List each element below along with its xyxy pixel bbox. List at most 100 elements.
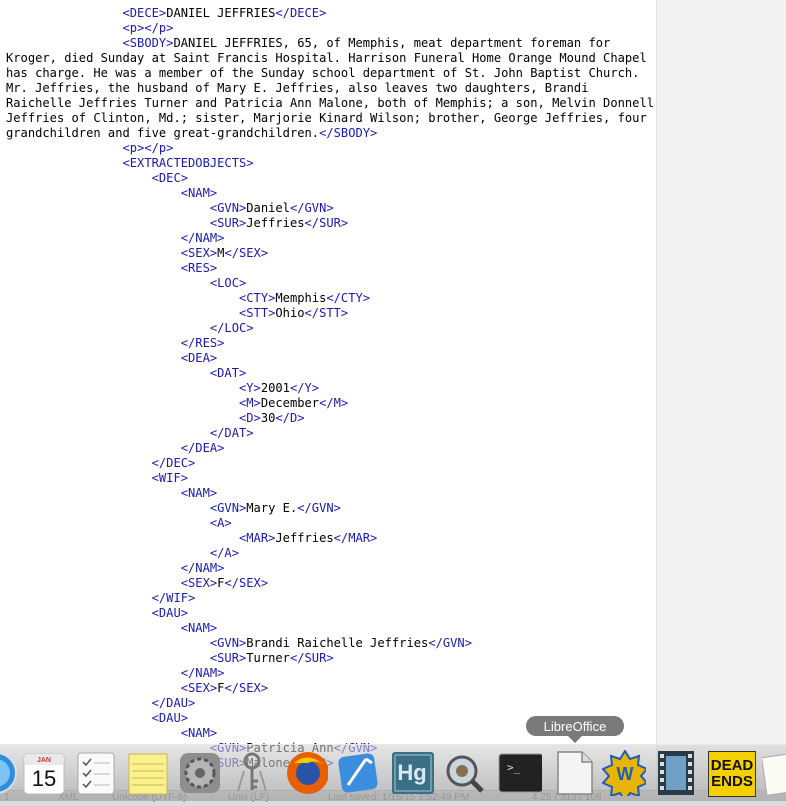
xcode-icon[interactable] — [336, 751, 380, 795]
code-line: <GVN>Daniel</GVN> — [6, 201, 656, 216]
xml-open-tag: <WIF> — [151, 471, 189, 485]
xml-open-tag: </DEA> — [180, 441, 225, 455]
calendar-icon[interactable]: JAN 15 — [22, 751, 66, 795]
wunderlist-icon[interactable]: W — [602, 750, 646, 796]
code-line: <SEX>M</SEX> — [6, 246, 656, 261]
code-line: <NAM> — [6, 186, 656, 201]
code-line: </NAM> — [6, 561, 656, 576]
xml-open-tag: <LOC> — [209, 276, 247, 290]
xml-editor[interactable]: <DECE>DANIEL JEFFRIES</DECE> <p></p> <SB… — [0, 0, 656, 805]
xml-close-tag: </M> — [319, 396, 349, 410]
xml-close-tag: </MAR> — [333, 531, 378, 545]
code-line: <DECE>DANIEL JEFFRIES</DECE> — [6, 6, 656, 21]
code-line: </DAT> — [6, 426, 656, 441]
xml-open-tag: </RES> — [180, 336, 225, 350]
safari-icon[interactable] — [0, 751, 18, 795]
code-line: <NAM> — [6, 486, 656, 501]
calendar-month: JAN — [36, 757, 51, 764]
xml-open-tag: </DAT> — [209, 426, 254, 440]
mercurial-icon[interactable]: Hg — [390, 751, 434, 795]
code-line: <DAU> — [6, 606, 656, 621]
xml-open-tag: </DEC> — [151, 456, 196, 470]
xml-open-tag: <SBODY> — [122, 36, 174, 50]
calendar-day: 15 — [31, 766, 57, 791]
xml-open-tag: <RES> — [180, 261, 218, 275]
document-icon[interactable] — [762, 751, 786, 795]
firefox-icon[interactable] — [284, 751, 328, 795]
code-view[interactable]: <DECE>DANIEL JEFFRIES</DECE> <p></p> <SB… — [6, 6, 656, 771]
xml-open-tag: <GVN> — [209, 636, 247, 650]
system-preferences-icon[interactable] — [178, 751, 222, 795]
xml-open-tag: <NAM> — [180, 186, 218, 200]
code-line: </LOC> — [6, 321, 656, 336]
dead-ends-line1: DEAD — [710, 757, 754, 774]
xml-text: Jeffries — [246, 216, 305, 230]
code-line: <DEC> — [6, 171, 656, 186]
code-line: <MAR>Jeffries</MAR> — [6, 531, 656, 546]
notes-icon[interactable] — [126, 751, 170, 795]
video-icon[interactable] — [654, 751, 698, 795]
code-line: <NAM> — [6, 621, 656, 636]
dock-tooltip: LibreOffice — [526, 716, 624, 743]
xml-close-tag: </GVN> — [297, 501, 341, 515]
xml-close-tag: </Y> — [289, 381, 320, 395]
keychain-icon[interactable] — [230, 751, 274, 795]
code-line: <WIF> — [6, 471, 656, 486]
terminal-prompt: >_ — [507, 761, 521, 774]
xml-open-tag: <SEX> — [180, 246, 218, 260]
xml-open-tag: <CTY> — [239, 291, 276, 305]
xml-text: Ohio — [275, 306, 305, 320]
xml-open-tag: <DAT> — [209, 366, 247, 380]
reminders-icon[interactable] — [74, 751, 118, 795]
xml-open-tag: </WIF> — [151, 591, 196, 605]
code-line: <SEX>F</SEX> — [6, 681, 656, 696]
code-line: </RES> — [6, 336, 656, 351]
xml-open-tag: <GVN> — [209, 201, 247, 215]
terminal-icon[interactable]: >_ — [498, 751, 542, 795]
code-line: <D>30</D> — [6, 411, 656, 426]
xml-open-tag: <SUR> — [209, 216, 247, 230]
xml-text: Turner — [246, 651, 290, 665]
code-line: </DEA> — [6, 441, 656, 456]
xml-text: Daniel — [246, 201, 290, 215]
xml-open-tag: <NAM> — [180, 726, 218, 740]
xml-close-tag: </STT> — [304, 306, 349, 320]
xml-text: Jeffries — [275, 531, 334, 545]
code-line: </NAM> — [6, 666, 656, 681]
xml-open-tag: <STT> — [239, 306, 276, 320]
dead-ends-icon[interactable]: DEAD ENDS — [708, 751, 756, 797]
svg-text:W: W — [617, 764, 634, 784]
xml-text: DANIEL JEFFRIES — [166, 6, 276, 20]
code-line: <DEA> — [6, 351, 656, 366]
xml-close-tag: </p> — [144, 141, 174, 155]
libreoffice-icon[interactable] — [552, 751, 596, 795]
xml-open-tag: </LOC> — [209, 321, 254, 335]
grab-icon[interactable] — [442, 751, 486, 795]
xml-close-tag: </SEX> — [224, 576, 269, 590]
xml-open-tag: <NAM> — [180, 621, 218, 635]
xml-close-tag: </D> — [275, 411, 305, 425]
